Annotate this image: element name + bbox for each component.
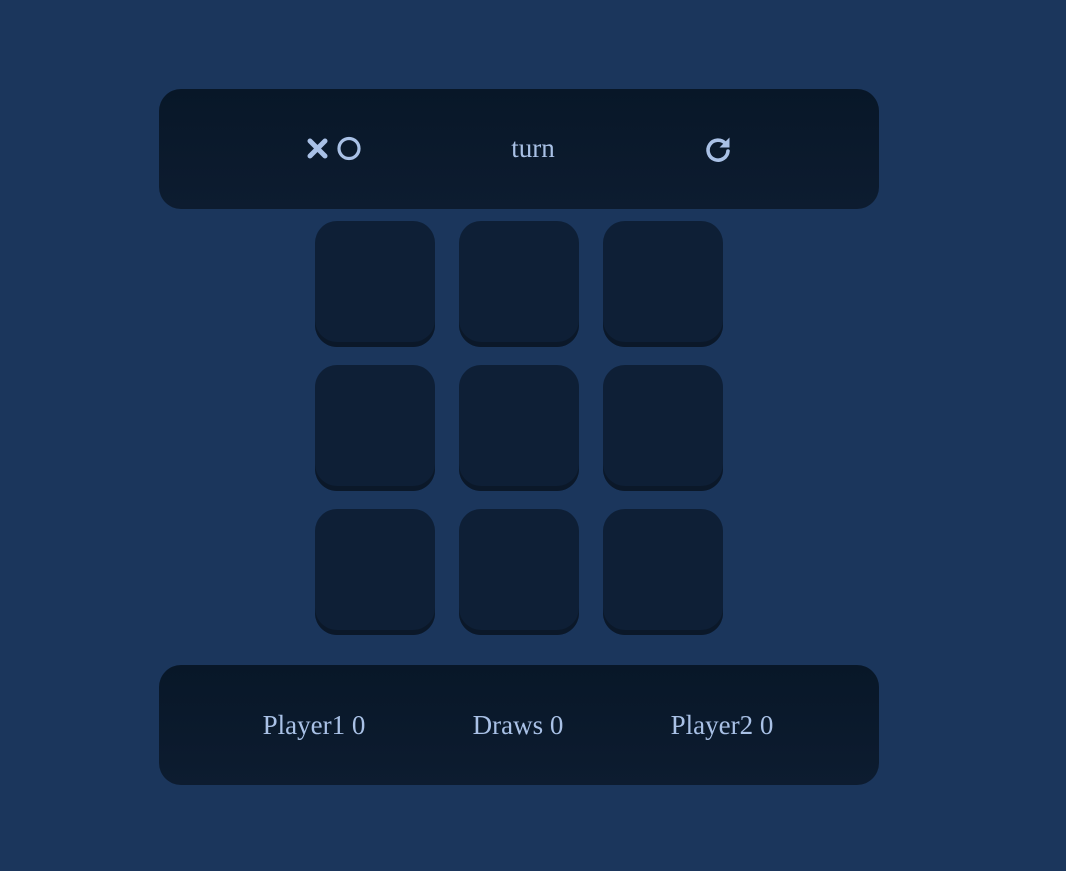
board-cell[interactable] [315,221,435,347]
turn-label: turn [511,133,555,163]
player2-score: Player2 0 [670,710,774,740]
board-cell[interactable] [459,365,579,491]
board-cell[interactable] [603,365,723,491]
board-cell[interactable] [603,221,723,347]
restart-icon [706,137,730,162]
restart-button[interactable] [701,132,735,166]
board-cell[interactable] [315,509,435,635]
player1-score: Player1 0 [262,710,366,740]
board-cell[interactable] [459,221,579,347]
game-board [315,221,723,635]
board-cell[interactable] [459,509,579,635]
board-cell[interactable] [315,365,435,491]
board-cell[interactable] [603,509,723,635]
x-o-icon [305,133,365,165]
draws-score: Draws 0 [472,710,564,740]
